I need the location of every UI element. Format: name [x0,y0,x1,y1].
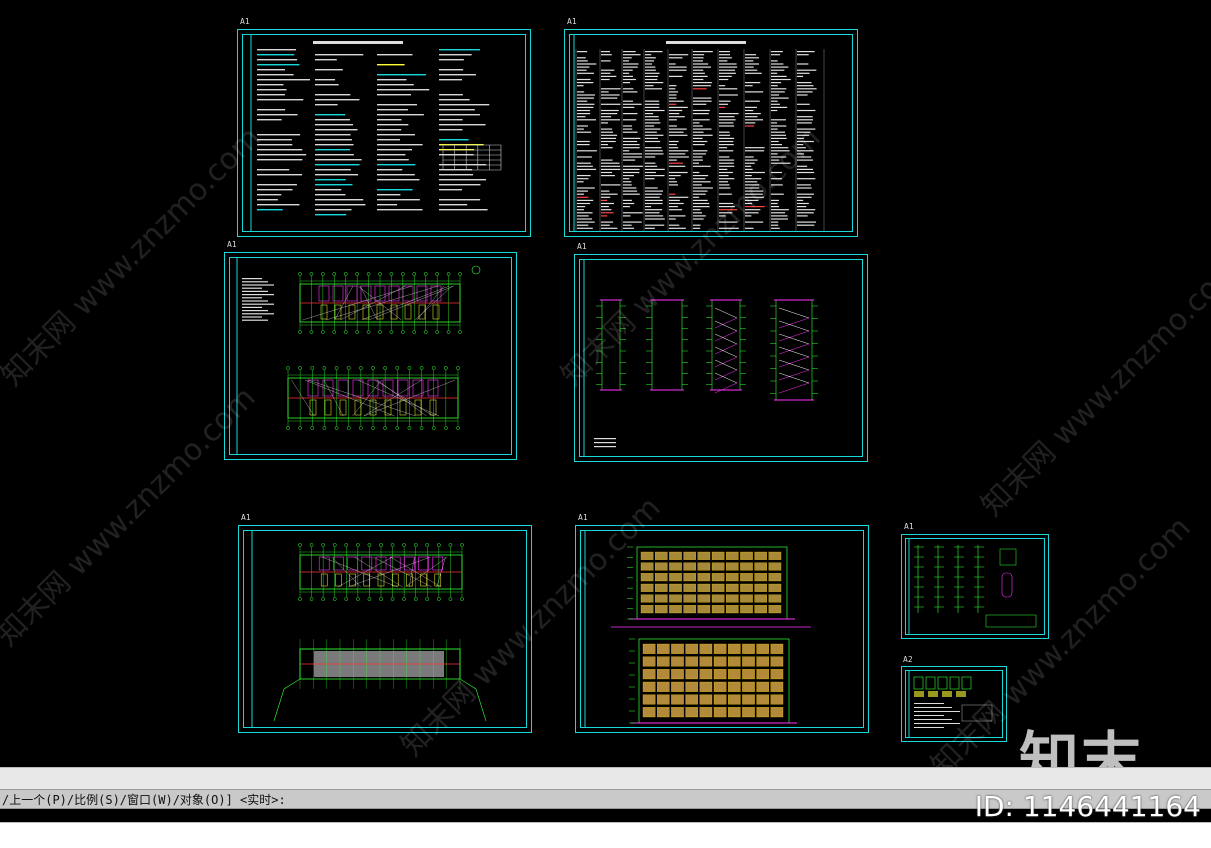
sheet-label: A1 [241,513,251,522]
watermark-text: 知末网 www.znzmo.com [974,250,1211,524]
command-input[interactable] [0,822,1211,848]
sheet-label: A2 [903,655,913,664]
sheet-label: A1 [227,240,237,249]
plan-drawing [236,258,481,454]
command-history-bar [0,767,1211,790]
sheet-label: A1 [577,242,587,251]
id-tag: ID: 1146441164 [974,790,1201,823]
sheet-elevations[interactable] [575,525,869,733]
sheet-sections[interactable] [574,254,868,462]
sheet-inner-frame [569,34,853,232]
section-drawing [583,260,818,456]
sheet-inner-frame [243,530,527,728]
sheet-label: A1 [240,17,250,26]
sheet-details[interactable] [901,534,1049,639]
plan2-drawing [251,531,487,727]
sheet-inner-frame [905,670,1003,738]
notes-drawing [250,35,502,231]
drawing-canvas[interactable]: A1 A1 A1 A1 A1 A1 A1 A2 知末网 www.znzmo.co… [0,0,1211,767]
table-drawing [573,35,825,231]
sheet-design-notes[interactable] [237,29,531,237]
sheet-inner-frame [579,259,863,457]
sheet-label: A1 [578,513,588,522]
sheet-label: A1 [904,522,914,531]
sheet-schedule-table[interactable] [564,29,858,237]
detail-drawing [908,539,1037,634]
sheet-floor-plans[interactable] [224,252,517,460]
sheet-legend[interactable] [901,666,1007,742]
elevation-drawing [584,531,811,727]
sheet-roof-plans[interactable] [238,525,532,733]
sheet-label: A1 [567,17,577,26]
legend-drawing [908,671,993,737]
sheet-inner-frame [905,538,1045,635]
sheet-inner-frame [580,530,864,728]
sheet-inner-frame [229,257,512,455]
sheet-inner-frame [242,34,526,232]
